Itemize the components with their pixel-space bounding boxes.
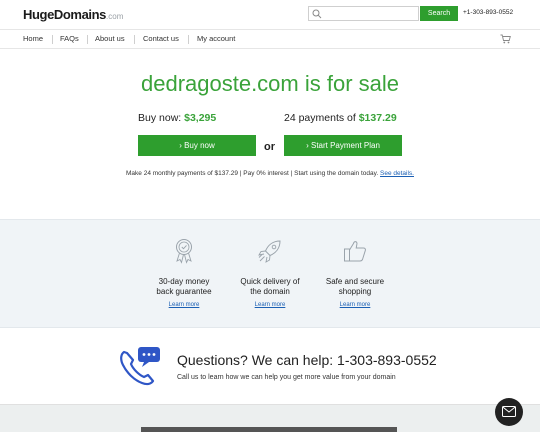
- feature-title-line: shopping: [338, 287, 372, 296]
- header: HugeDomains.com Search +1-303-893-0552: [0, 0, 540, 29]
- payments-price: $137.29: [358, 112, 397, 124]
- logo[interactable]: HugeDomains.com: [23, 7, 123, 22]
- header-phone[interactable]: +1-303-893-0552: [463, 9, 513, 16]
- start-payment-plan-button[interactable]: › Start Payment Plan: [284, 135, 402, 156]
- buy-now-price: $3,295: [184, 112, 217, 124]
- feature-title-line: 30-day money: [158, 277, 210, 286]
- feature-quick-delivery: Quick delivery of the domain Learn more: [227, 220, 313, 308]
- page-title: dedragoste.com is for sale: [140, 71, 400, 96]
- thumbs-up-icon: [344, 241, 366, 262]
- learn-more-link[interactable]: Learn more: [227, 302, 313, 308]
- feature-title-line: Safe and secure: [325, 277, 385, 286]
- payments-label: 24 payments of: [284, 112, 356, 124]
- nav-divider: [188, 35, 189, 44]
- nav-faqs[interactable]: FAQs: [60, 34, 79, 43]
- buy-now-label: Buy now:: [138, 112, 182, 124]
- questions-title: Questions? We can help: 1-303-893-0552: [177, 352, 437, 368]
- main-nav: Home FAQs About us Contact us My account: [0, 29, 540, 49]
- payment-info-line: Make 24 monthly payments of $137.29 | Pa…: [0, 170, 540, 177]
- see-details-link[interactable]: See details.: [380, 170, 414, 177]
- phone-support-icon: [120, 347, 160, 386]
- feature-title-line: Quick delivery of: [240, 277, 300, 286]
- feature-secure-shopping: Safe and secure shopping Learn more: [312, 220, 398, 308]
- nav-divider: [52, 35, 53, 44]
- nav-home[interactable]: Home: [23, 34, 43, 43]
- payment-info-text: Make 24 monthly payments of $137.29 | Pa…: [126, 170, 379, 177]
- features-section: 30-day money back guarantee Learn more Q…: [0, 219, 540, 328]
- feature-title: Safe and secure shopping: [312, 277, 398, 297]
- feature-title-line: back guarantee: [156, 287, 212, 296]
- nav-contact[interactable]: Contact us: [143, 34, 179, 43]
- cart-icon[interactable]: [500, 34, 511, 44]
- learn-more-link[interactable]: Learn more: [141, 302, 227, 308]
- nav-divider: [87, 35, 88, 44]
- questions-subtitle: Call us to learn how we can help you get…: [177, 374, 396, 381]
- nav-my-account[interactable]: My account: [197, 34, 235, 43]
- search-icon: [312, 9, 322, 19]
- nav-divider: [134, 35, 135, 44]
- feature-money-back: 30-day money back guarantee Learn more: [141, 220, 227, 308]
- search-input[interactable]: [308, 6, 419, 21]
- or-separator: or: [264, 141, 275, 153]
- logo-suffix: .com: [106, 12, 124, 21]
- feature-title-line: the domain: [250, 287, 290, 296]
- search-button[interactable]: Search: [420, 6, 458, 21]
- buy-now-button[interactable]: › Buy now: [138, 135, 256, 156]
- rocket-icon: [258, 240, 281, 263]
- feature-title: 30-day money back guarantee: [141, 277, 227, 297]
- learn-more-link[interactable]: Learn more: [312, 302, 398, 308]
- envelope-icon: [502, 406, 516, 417]
- award-ribbon-icon: [176, 239, 192, 264]
- feature-title: Quick delivery of the domain: [227, 277, 313, 297]
- nav-about[interactable]: About us: [95, 34, 125, 43]
- buy-now-price-label: Buy now: $3,295: [138, 112, 216, 124]
- footer-bar: [141, 427, 397, 432]
- logo-main: HugeDomains: [23, 7, 107, 22]
- payments-price-label: 24 payments of $137.29: [284, 112, 397, 124]
- chat-button[interactable]: [495, 398, 523, 426]
